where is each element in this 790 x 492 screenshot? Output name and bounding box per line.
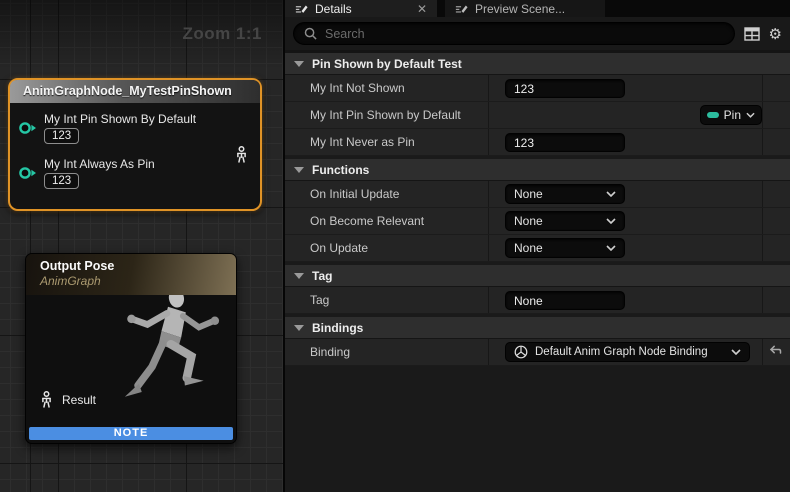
chevron-down-icon (606, 218, 616, 224)
property-label: My Int Not Shown (285, 81, 405, 95)
pose-pin-icon (39, 391, 54, 408)
property-label: Tag (285, 293, 329, 307)
node-pin-row: My Int Always As Pin 123 (18, 157, 260, 189)
search-box[interactable] (293, 22, 735, 45)
property-label: My Int Pin Shown by Default (285, 108, 461, 122)
result-pin-label: Result (62, 393, 96, 407)
property-label: My Int Never as Pin (285, 135, 415, 149)
tab-label: Preview Scene... (475, 2, 565, 16)
category-header[interactable]: Pin Shown by Default Test (285, 53, 790, 75)
chevron-down-icon (606, 191, 616, 197)
search-icon (304, 27, 317, 40)
unreal-editor-window: Zoom 1:1 AnimGraphNode_MyTestPinShown My… (0, 0, 790, 492)
running-mannequin-image (98, 295, 236, 425)
chevron-down-icon (606, 245, 616, 251)
pin-pill-icon (707, 112, 719, 118)
anim-graph-canvas[interactable]: Zoom 1:1 AnimGraphNode_MyTestPinShown My… (0, 0, 284, 492)
details-panel: Details ✕ Preview Scene... (285, 0, 790, 492)
pin-default-value[interactable]: 123 (44, 173, 79, 189)
category-header[interactable]: Functions (285, 159, 790, 181)
tab-preview-scene[interactable]: Preview Scene... (445, 0, 605, 17)
property-label: Binding (285, 345, 350, 359)
output-pose-node[interactable]: Output Pose AnimGraph (25, 253, 237, 444)
category-header[interactable]: Bindings (285, 317, 790, 339)
pose-output-pin-icon[interactable] (234, 146, 249, 163)
node-title: Output Pose (40, 259, 236, 273)
property-label: On Initial Update (285, 187, 399, 201)
section-functions: Functions On Initial Update None On Beco… (285, 159, 790, 262)
zoom-level-label: Zoom 1:1 (182, 24, 262, 44)
property-row: My Int Never as Pin (285, 129, 790, 156)
chevron-down-icon (731, 349, 741, 355)
property-row: On Update None (285, 235, 790, 262)
tab-bar: Details ✕ Preview Scene... (285, 0, 790, 17)
chevron-down-icon (294, 167, 304, 173)
anim-graph-node-selected[interactable]: AnimGraphNode_MyTestPinShown My Int Pin … (8, 78, 262, 211)
node-title[interactable]: AnimGraphNode_MyTestPinShown (10, 80, 260, 103)
property-label: On Become Relevant (285, 214, 424, 228)
property-row: My Int Not Shown (285, 75, 790, 102)
tag-input[interactable] (505, 291, 625, 310)
property-row: On Initial Update None (285, 181, 790, 208)
result-pin[interactable]: Result (39, 391, 96, 408)
preview-scene-tab-icon (455, 3, 468, 14)
pin-label: My Int Pin Shown By Default (44, 112, 196, 126)
details-tab-icon (295, 3, 308, 14)
my-int-not-shown-input[interactable] (505, 79, 625, 98)
on-initial-update-dropdown[interactable]: None (505, 184, 625, 204)
settings-gear-icon[interactable]: ⚙ (769, 25, 782, 43)
chevron-down-icon (746, 112, 755, 118)
tab-label: Details (315, 2, 352, 16)
section-tag: Tag Tag (285, 265, 790, 314)
binding-icon (514, 345, 528, 359)
int-pin-icon[interactable] (18, 165, 38, 181)
category-header[interactable]: Tag (285, 265, 790, 287)
reset-to-default-icon[interactable] (768, 345, 782, 358)
property-row: On Become Relevant None (285, 208, 790, 235)
chevron-down-icon (294, 61, 304, 67)
tab-details[interactable]: Details ✕ (285, 0, 437, 17)
property-row: Tag (285, 287, 790, 314)
search-input[interactable] (325, 27, 724, 41)
section-bindings: Bindings Binding Default Anim Graph Node… (285, 317, 790, 366)
pin-label: My Int Always As Pin (44, 157, 155, 171)
node-pin-row: My Int Pin Shown By Default 123 (18, 112, 260, 144)
int-pin-icon[interactable] (18, 120, 38, 136)
node-subtitle: AnimGraph (40, 274, 236, 288)
output-pose-header[interactable]: Output Pose AnimGraph (26, 254, 236, 295)
on-become-relevant-dropdown[interactable]: None (505, 211, 625, 231)
output-pose-body: Result (26, 295, 236, 425)
close-tab-icon[interactable]: ✕ (417, 3, 427, 15)
pin-visibility-dropdown[interactable]: Pin (700, 105, 762, 125)
chevron-down-icon (294, 273, 304, 279)
details-toolbar: ⚙ (285, 17, 790, 53)
note-bar[interactable]: NOTE (29, 427, 233, 440)
binding-dropdown[interactable]: Default Anim Graph Node Binding (505, 342, 750, 362)
on-update-dropdown[interactable]: None (505, 238, 625, 258)
my-int-never-as-pin-input[interactable] (505, 133, 625, 152)
property-row: Binding Default Anim Graph Node Binding (285, 339, 790, 366)
chevron-down-icon (294, 325, 304, 331)
display-filter-icon[interactable] (744, 27, 760, 41)
pin-default-value[interactable]: 123 (44, 128, 79, 144)
property-row: My Int Pin Shown by Default Pin (285, 102, 790, 129)
property-label: On Update (285, 241, 368, 255)
section-pin-shown-by-default-test: Pin Shown by Default Test My Int Not Sho… (285, 53, 790, 156)
